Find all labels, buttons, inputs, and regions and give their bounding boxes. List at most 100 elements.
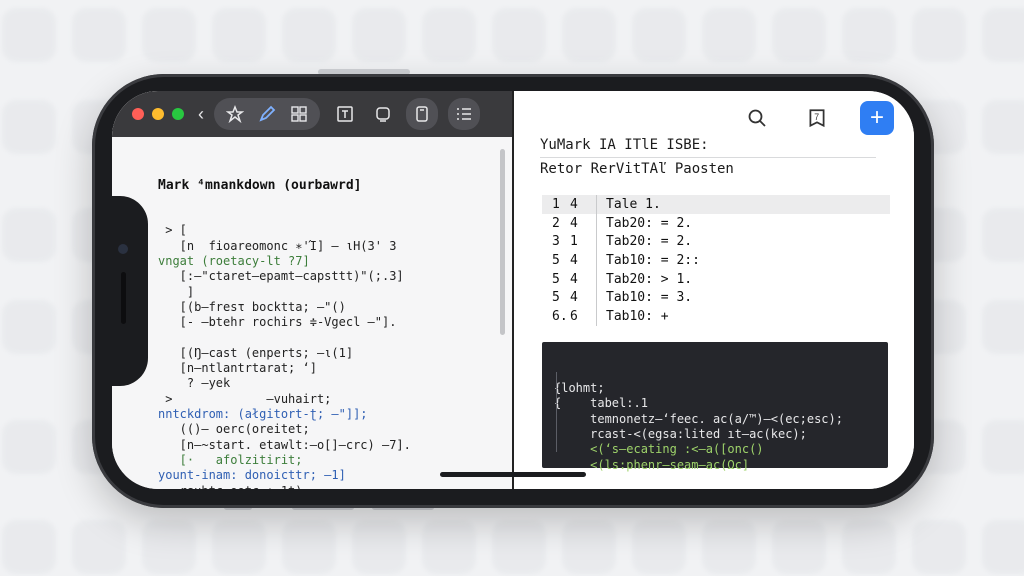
text-icon[interactable] bbox=[332, 101, 358, 127]
calendar-icon[interactable]: 7 bbox=[800, 101, 834, 135]
editor-line: [n fioareomonc ∗'Ί] — ιΗ(3' 3 bbox=[158, 238, 397, 253]
editor-line: rsubtc—ootc : 1t) bbox=[158, 484, 498, 489]
background-tile bbox=[282, 8, 336, 62]
background-tile bbox=[2, 208, 56, 262]
editor-line: > [ bbox=[158, 223, 187, 238]
search-icon[interactable] bbox=[740, 101, 774, 135]
editor-pane: ‹ Mark ⁴mnankdown (ourbawrd] > [[n fioa… bbox=[112, 91, 512, 489]
table-row: 5 4 Tab10: = 3. bbox=[542, 288, 890, 308]
minimize-window-button[interactable] bbox=[152, 108, 164, 120]
background-tile bbox=[422, 520, 476, 574]
close-window-button[interactable] bbox=[132, 108, 144, 120]
background-tile bbox=[562, 8, 616, 62]
background-tile bbox=[982, 420, 1024, 474]
zoom-window-button[interactable] bbox=[172, 108, 184, 120]
back-chevron-icon[interactable]: ‹ bbox=[198, 104, 204, 125]
background-tile bbox=[772, 8, 826, 62]
code-line: <(ʻs—ecating :<—a([onc() bbox=[554, 442, 764, 457]
heading-rule bbox=[540, 157, 876, 158]
page-icon[interactable] bbox=[406, 98, 438, 130]
row-number: 4 bbox=[570, 290, 578, 306]
table-row: 6. 6 Tab10: + bbox=[542, 307, 890, 326]
sticker-icon[interactable] bbox=[370, 101, 396, 127]
row-value: Tab20: > 1. bbox=[606, 271, 693, 287]
markdown-editor[interactable]: Mark ⁴mnankdown (ourbawrd] > [ [n fioare… bbox=[158, 147, 498, 489]
editor-lines: > [ [n fioareomonc ∗'Ί] — ιΗ(3' 3 vngat (… bbox=[158, 223, 498, 489]
row-value: Tab20: = 2. bbox=[606, 234, 693, 250]
add-button[interactable]: + bbox=[860, 101, 894, 135]
background-tile bbox=[982, 520, 1024, 574]
pen-icon[interactable] bbox=[254, 101, 280, 127]
editor-scrollbar[interactable] bbox=[500, 149, 505, 335]
background-tile bbox=[842, 520, 896, 574]
row-index: 6. bbox=[552, 308, 568, 324]
editor-line: [n—ntlantrtarat; ʻ] bbox=[158, 361, 317, 376]
code-line: <(ls:phenr—seam—ac(Ωc] bbox=[554, 457, 750, 472]
background-tile bbox=[72, 520, 126, 574]
row-index: 5 bbox=[552, 290, 560, 306]
background-tile bbox=[352, 8, 406, 62]
background-tile bbox=[212, 8, 266, 62]
column-separator bbox=[596, 232, 606, 252]
code-block-lines: {lohmt;{ tabel:.1 temnonetz—ʻfeec. ac(a/… bbox=[554, 381, 876, 489]
editor-line: ] bbox=[158, 284, 195, 299]
svg-text:7: 7 bbox=[814, 112, 819, 122]
column-separator bbox=[596, 195, 606, 214]
background-tile bbox=[2, 520, 56, 574]
code-line: rcast-<(egsa:lited ıt—ac(kec); bbox=[554, 426, 807, 441]
document-title: Mark ⁴mnankdown (ourbawrd] bbox=[158, 177, 362, 193]
background-tile bbox=[492, 8, 546, 62]
row-value: Tab10: + bbox=[606, 308, 669, 324]
row-index: 5 bbox=[552, 252, 560, 268]
editor-line: nntckdrom: (ałgitort-ʈ; —"]]; bbox=[158, 407, 368, 422]
background-tile bbox=[702, 520, 756, 574]
row-number: 4 bbox=[570, 271, 578, 287]
grid-icon[interactable] bbox=[286, 101, 312, 127]
shape-icon[interactable] bbox=[222, 101, 248, 127]
background-tile bbox=[2, 300, 56, 354]
editor-line: [- —btehr rochirs ≑-Vgecl —"]. bbox=[158, 315, 397, 330]
row-index: 2 bbox=[552, 215, 560, 231]
home-indicator[interactable] bbox=[440, 472, 586, 477]
phone-screen: ‹ Mark ⁴mnankdown (ourbawrd] > [[n fioa… bbox=[112, 91, 914, 489]
code-line: { tabel:.1 bbox=[554, 396, 648, 411]
row-value: Tab20: = 2. bbox=[606, 215, 693, 231]
background-tile bbox=[142, 520, 196, 574]
column-separator bbox=[596, 213, 606, 233]
row-index: 5 bbox=[552, 271, 560, 287]
background-tile bbox=[982, 8, 1024, 62]
background-tile bbox=[142, 8, 196, 62]
table-row: 3 1 Tab20: = 2. bbox=[542, 232, 890, 252]
row-number: 6 bbox=[570, 308, 578, 324]
preview-subheading: Retor RerVitTAľ Paosten bbox=[540, 161, 734, 177]
editor-toolbar: ‹ bbox=[112, 91, 512, 137]
background-tile bbox=[2, 420, 56, 474]
background-tile bbox=[982, 208, 1024, 262]
table-row: 1 4 Tale 1. bbox=[542, 195, 890, 214]
row-index: 1 bbox=[552, 196, 560, 212]
code-line: temnonetz—ʻfeec. ac(a/™)—<(ec;esc); bbox=[554, 411, 843, 426]
table-row: 5 4 Tab10: = 2:: bbox=[542, 251, 890, 270]
editor-line: vngat (roetacy-lt ?7] bbox=[158, 254, 310, 269]
front-camera bbox=[118, 244, 128, 254]
preview-heading: YuMark IA ITlE ISBE: bbox=[540, 137, 709, 153]
background-tile bbox=[912, 8, 966, 62]
preview-code-block: {lohmt;{ tabel:.1 temnonetz—ʻfeec. ac(a/… bbox=[542, 342, 888, 489]
background-tile bbox=[982, 300, 1024, 354]
list-icon[interactable] bbox=[448, 98, 480, 130]
background-tile bbox=[632, 8, 686, 62]
code-line: {lohmt; bbox=[554, 380, 605, 395]
background-tile bbox=[842, 8, 896, 62]
background-tile bbox=[702, 8, 756, 62]
column-separator bbox=[596, 251, 606, 270]
background-tile bbox=[352, 520, 406, 574]
background-tile bbox=[2, 100, 56, 154]
tool-group bbox=[214, 98, 320, 130]
row-value: Tale 1. bbox=[606, 196, 661, 212]
editor-line: [(b—fresτ bocktta; —"() bbox=[158, 299, 346, 314]
background-tile bbox=[72, 8, 126, 62]
background-tile bbox=[562, 520, 616, 574]
editor-line: ? —yek bbox=[158, 376, 231, 391]
column-separator bbox=[596, 269, 606, 289]
